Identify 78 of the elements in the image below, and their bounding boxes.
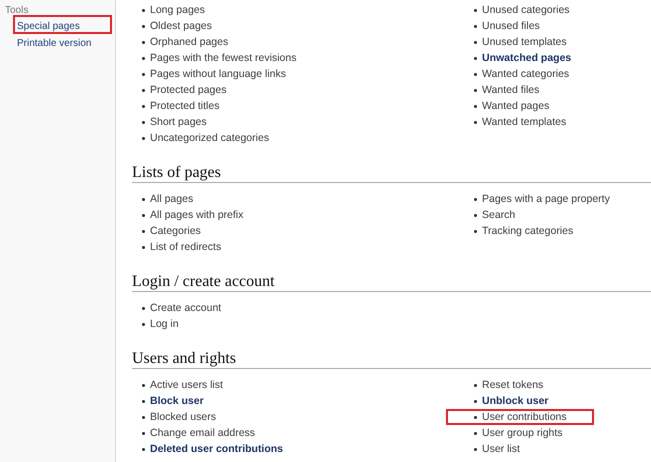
special-page-link[interactable]: Change email address (150, 427, 256, 439)
bullet-icon (142, 120, 145, 124)
special-page-link[interactable]: Wanted categories (482, 68, 570, 80)
bullet-icon (142, 40, 145, 44)
special-page-link[interactable]: Create account (150, 302, 222, 314)
section-heading: Lists of pages (132, 163, 651, 183)
special-page-link[interactable]: User list (482, 443, 520, 455)
bullet-icon (474, 88, 477, 92)
special-page-link[interactable]: Wanted pages (482, 100, 550, 112)
special-page-link[interactable]: Pages with the fewest revisions (150, 52, 296, 64)
special-page-link[interactable]: Unused files (482, 20, 540, 32)
special-page-link[interactable]: Active users list (150, 379, 223, 391)
bullet-icon (142, 56, 145, 60)
special-page-link[interactable]: Log in (150, 318, 179, 330)
section-heading: Users and rights (132, 349, 651, 369)
bullet-icon (142, 72, 145, 76)
section-heading: Login / create account (132, 272, 651, 292)
bullet-icon (142, 322, 145, 326)
special-page-link[interactable]: Reset tokens (482, 379, 544, 391)
special-page-link[interactable]: Uncategorized categories (150, 132, 270, 144)
special-page-link[interactable]: List of redirects (150, 241, 222, 253)
bullet-icon (142, 448, 145, 450)
special-page-link[interactable]: Categories (150, 225, 201, 237)
bullet-icon (474, 230, 477, 232)
bullet-icon (142, 384, 145, 386)
special-page-link[interactable]: Unused categories (482, 4, 570, 16)
bullet-icon (142, 8, 145, 12)
bullet-icon (142, 104, 145, 108)
bullet-icon (142, 198, 145, 200)
bullet-icon (474, 214, 477, 216)
bullet-icon (474, 432, 477, 434)
bullet-icon (474, 448, 477, 450)
sidebar-heading: Tools (4, 4, 30, 17)
special-page-link[interactable]: User group rights (482, 427, 563, 439)
bullet-icon (474, 416, 477, 418)
bullet-icon (474, 384, 477, 386)
special-page-link[interactable]: Protected pages (150, 84, 226, 96)
special-page-link[interactable]: Wanted files (482, 84, 540, 96)
special-page-link[interactable]: Orphaned pages (150, 36, 228, 48)
bullet-icon (142, 416, 145, 418)
special-page-link[interactable]: Pages without language links (150, 68, 286, 80)
bullet-icon (142, 214, 145, 216)
bullet-icon (142, 24, 145, 28)
special-page-link[interactable]: Pages with a page property (482, 193, 610, 205)
sidebar-link[interactable]: Printable version (17, 38, 92, 49)
bullet-icon (474, 120, 477, 124)
bullet-icon (474, 8, 477, 12)
bullet-icon (142, 230, 145, 232)
special-page-link[interactable]: Block user (150, 395, 204, 407)
sidebar-link[interactable]: Special pages (17, 21, 80, 32)
special-page-link[interactable]: All pages with prefix (150, 209, 244, 221)
special-page-link[interactable]: User contributions (482, 411, 567, 423)
special-page-link[interactable]: Oldest pages (150, 20, 212, 32)
special-page-link[interactable]: Protected titles (150, 100, 220, 112)
bullet-icon (142, 88, 145, 92)
bullet-icon (474, 198, 477, 200)
bullet-icon (142, 400, 145, 402)
bullet-icon (474, 24, 477, 28)
special-page-link[interactable]: Tracking categories (482, 225, 574, 237)
special-page-link[interactable]: All pages (150, 193, 194, 205)
bullet-icon (142, 136, 145, 140)
special-page-link[interactable]: Wanted templates (482, 116, 566, 128)
bullet-icon (474, 400, 477, 402)
special-page-link[interactable]: Deleted user contributions (150, 443, 284, 455)
special-page-link[interactable]: Unwatched pages (482, 52, 572, 64)
bullet-icon (474, 56, 477, 60)
special-page-link[interactable]: Unused templates (482, 36, 567, 48)
special-page-link[interactable]: Search (482, 209, 516, 221)
special-page-link[interactable]: Short pages (150, 116, 207, 128)
bullet-icon (142, 246, 145, 248)
special-page-link[interactable]: Long pages (150, 4, 205, 16)
bullet-icon (142, 306, 145, 310)
special-page-link[interactable]: Blocked users (150, 411, 216, 423)
special-page-link[interactable]: Unblock user (482, 395, 549, 407)
bullet-icon (474, 72, 477, 76)
bullet-icon (474, 104, 477, 108)
bullet-icon (474, 40, 477, 44)
bullet-icon (142, 432, 145, 434)
